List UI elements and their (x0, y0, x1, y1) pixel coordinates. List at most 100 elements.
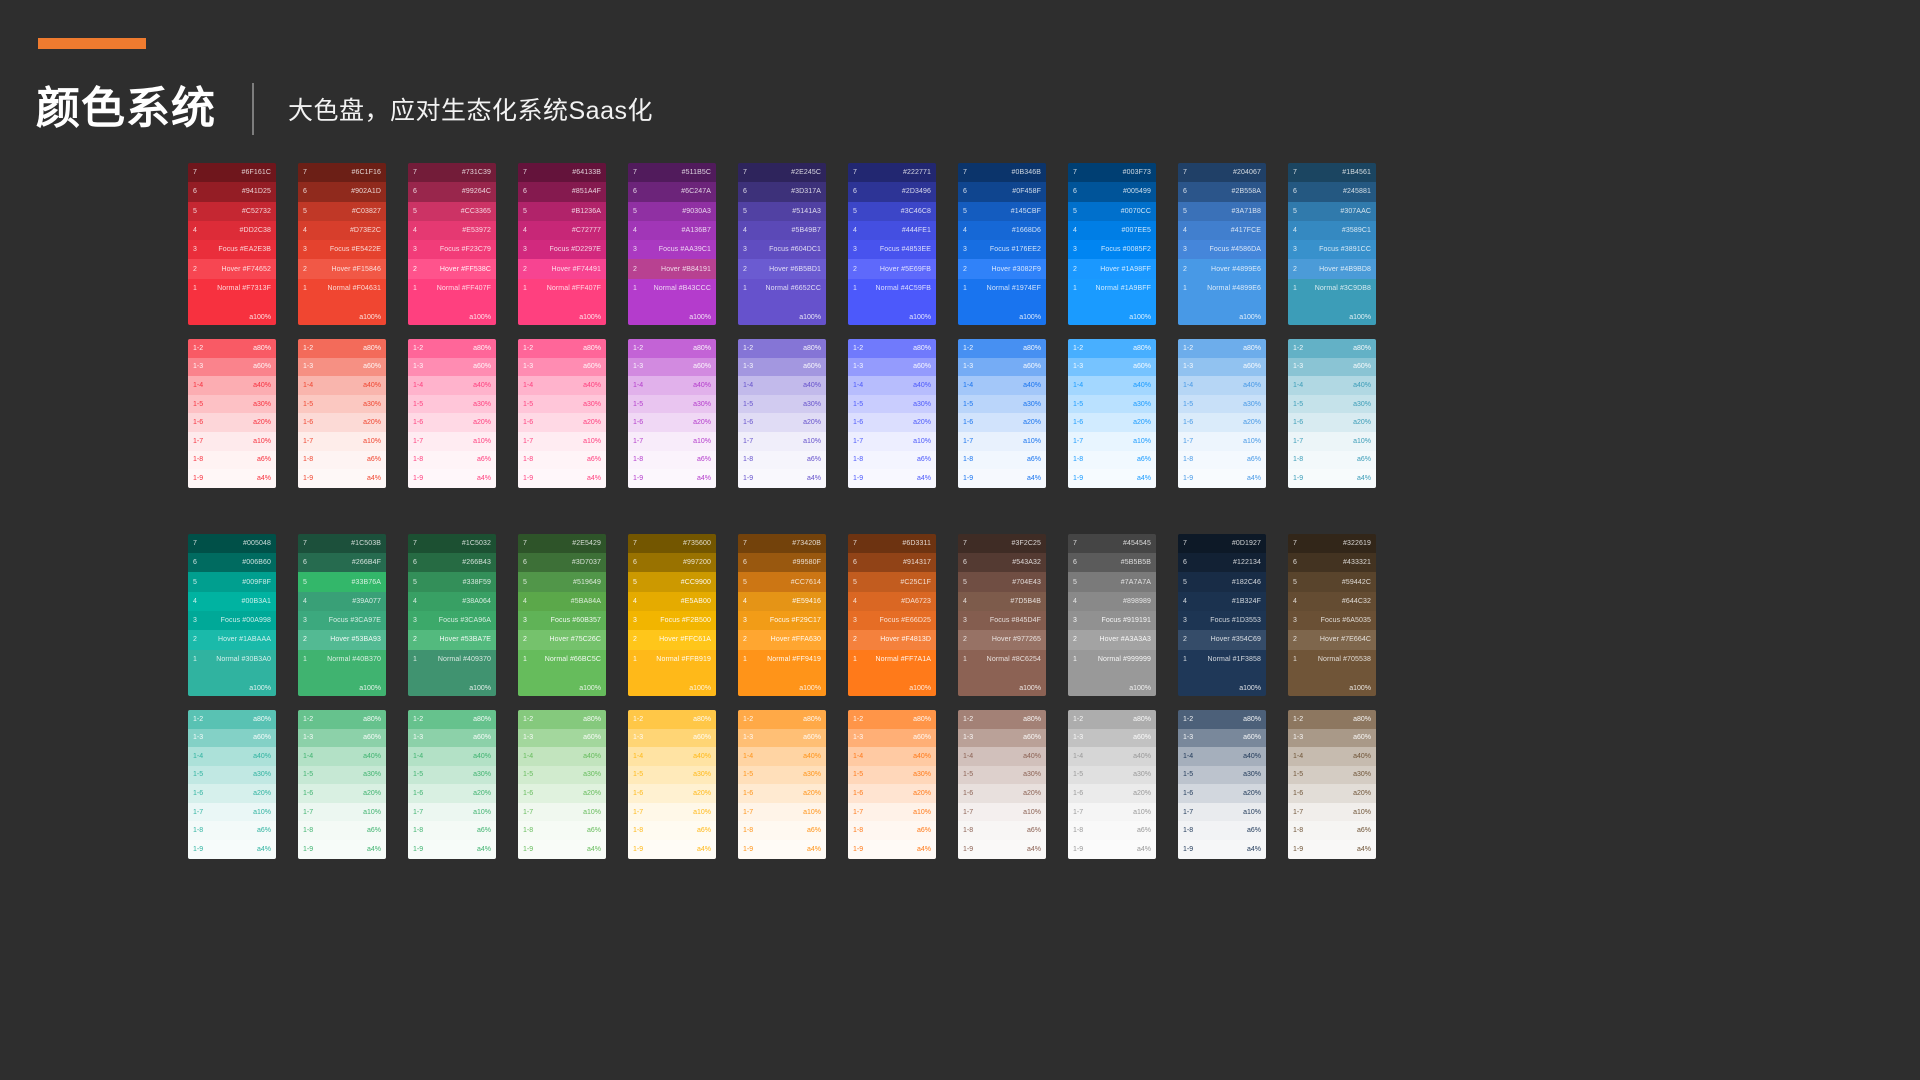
swatch[interactable]: 6 #902A1D (298, 182, 386, 202)
swatch[interactable]: 2 Hover #FFC61A (628, 630, 716, 650)
tint-swatch[interactable]: 1-5 a30% (848, 394, 936, 414)
tint-swatch[interactable]: 1-2 a80% (298, 709, 386, 729)
tint-swatch[interactable]: 1-7 a10% (958, 802, 1046, 822)
swatch[interactable]: 1 Normal #FF407F (408, 278, 496, 299)
swatch[interactable]: 4 #39A077 (298, 591, 386, 612)
swatch[interactable]: 4 #898989 (1068, 591, 1156, 612)
swatch[interactable]: 3 Focus #E5422E (298, 240, 386, 260)
swatch[interactable]: 7 #454545 (1068, 533, 1156, 554)
tint-swatch[interactable]: 1-8 a6% (738, 821, 826, 841)
tint-swatch[interactable]: 1-5 a30% (1178, 394, 1266, 414)
tint-swatch[interactable]: 1-2 a80% (958, 709, 1046, 729)
tint-swatch[interactable]: 1-4 a40% (958, 747, 1046, 766)
swatch[interactable]: 6 #433321 (1288, 553, 1376, 573)
tint-swatch[interactable]: 1-9 a4% (518, 469, 606, 488)
swatch[interactable]: 4 #3589C1 (1288, 220, 1376, 241)
swatch[interactable]: 3 Focus #60B357 (518, 611, 606, 631)
tint-swatch[interactable]: 1-5 a30% (958, 394, 1046, 414)
swatch[interactable]: 1 Normal #FF407F (518, 278, 606, 299)
swatch[interactable]: 3 Focus #3CA97E (298, 611, 386, 631)
tint-swatch[interactable]: 1-3 a60% (1068, 728, 1156, 748)
tint-swatch[interactable]: 1-5 a30% (298, 394, 386, 414)
tint-swatch[interactable]: 1-5 a30% (1178, 765, 1266, 785)
swatch[interactable]: 1 Normal #409370 (408, 649, 496, 669)
swatch[interactable]: 5 #3C46C8 (848, 201, 936, 221)
tint-swatch[interactable]: 1-7 a10% (518, 432, 606, 451)
tint-swatch[interactable]: 1-9 a4% (298, 840, 386, 859)
swatch[interactable]: 3 Focus #604DC1 (738, 240, 826, 260)
tint-swatch[interactable]: 1-4 a40% (1068, 376, 1156, 395)
tint-swatch[interactable]: 1-7 a10% (958, 432, 1046, 451)
swatch[interactable]: 6 #266B4F (298, 553, 386, 573)
tint-swatch[interactable]: 1-3 a60% (628, 357, 716, 377)
swatch[interactable]: 5 #CC9900 (628, 572, 716, 592)
swatch[interactable]: 7 #731C39 (408, 163, 496, 183)
swatch[interactable]: 6 #245881 (1288, 182, 1376, 202)
tint-swatch[interactable]: 1-7 a10% (298, 802, 386, 822)
tint-swatch[interactable]: 1-2 a80% (628, 339, 716, 358)
tint-swatch[interactable]: 1-3 a60% (408, 728, 496, 748)
tint-swatch[interactable]: 1-2 a80% (1068, 339, 1156, 358)
swatch[interactable]: 7 #204067 (1178, 163, 1266, 183)
tint-swatch[interactable]: 1-5 a30% (1288, 394, 1376, 414)
tint-swatch[interactable]: 1-9 a4% (1288, 469, 1376, 488)
swatch[interactable]: 7 #2E245C (738, 163, 826, 183)
tint-swatch[interactable]: 1-7 a10% (738, 802, 826, 822)
tint-swatch[interactable]: 1-2 a80% (1288, 709, 1376, 729)
tint-swatch[interactable]: 1-9 a4% (1178, 840, 1266, 859)
swatch[interactable]: 5 #5141A3 (738, 201, 826, 221)
swatch[interactable]: 3 Focus #1D3553 (1178, 611, 1266, 631)
tint-swatch[interactable]: 1-4 a40% (1178, 747, 1266, 766)
tint-swatch[interactable]: 1-4 a40% (628, 376, 716, 395)
tint-swatch[interactable]: 1-4 a40% (188, 747, 276, 766)
tint-swatch[interactable]: 1-5 a30% (738, 765, 826, 785)
tint-swatch[interactable]: 1-6 a20% (1178, 784, 1266, 803)
swatch[interactable]: 4 #7D5B4B (958, 591, 1046, 612)
tint-swatch[interactable]: 1-6 a20% (738, 413, 826, 433)
swatch[interactable]: 2 Hover #977265 (958, 630, 1046, 650)
swatch[interactable]: 3 Focus #4853EE (848, 240, 936, 260)
tint-swatch[interactable]: 1-2 a80% (738, 339, 826, 358)
swatch[interactable]: 2 Hover #5E69FB (848, 259, 936, 279)
tint-swatch[interactable]: 1-4 a40% (518, 376, 606, 395)
tint-swatch[interactable]: 1-2 a80% (188, 339, 276, 358)
swatch[interactable]: 1 Normal #6652CC (738, 278, 826, 299)
tint-swatch[interactable]: 1-3 a60% (408, 357, 496, 377)
tint-swatch[interactable]: 1-5 a30% (1288, 765, 1376, 785)
swatch[interactable]: 5 #C52732 (188, 201, 276, 221)
tint-swatch[interactable]: 1-3 a60% (1178, 357, 1266, 377)
tint-swatch[interactable]: 1-6 a20% (408, 413, 496, 433)
tint-swatch[interactable]: 1-2 a80% (738, 709, 826, 729)
tint-swatch[interactable]: 1-9 a4% (848, 469, 936, 488)
swatch[interactable]: 1 Normal #4899E6 (1178, 278, 1266, 299)
tint-swatch[interactable]: 1-3 a60% (518, 728, 606, 748)
swatch[interactable]: 4 #444FE1 (848, 220, 936, 241)
swatch[interactable]: 5 #59442C (1288, 572, 1376, 592)
swatch[interactable]: 4 #417FCE (1178, 220, 1266, 241)
swatch[interactable]: 1 Normal #1A9BFF (1068, 278, 1156, 299)
tint-swatch[interactable]: 1-4 a40% (738, 747, 826, 766)
tint-swatch[interactable]: 1-8 a6% (298, 450, 386, 470)
swatch[interactable]: 7 #2E5429 (518, 533, 606, 554)
tint-swatch[interactable]: 1-6 a20% (298, 413, 386, 433)
swatch[interactable]: 3 Focus #0085F2 (1068, 240, 1156, 260)
tint-swatch[interactable]: 1-2 a80% (628, 709, 716, 729)
tint-swatch[interactable]: 1-6 a20% (1288, 784, 1376, 803)
tint-swatch[interactable]: 1-2 a80% (1068, 709, 1156, 729)
tint-swatch[interactable]: 1-6 a20% (1068, 784, 1156, 803)
swatch[interactable]: 7 #735600 (628, 533, 716, 554)
swatch[interactable]: 7 #73420B (738, 533, 826, 554)
tint-swatch[interactable]: 1-4 a40% (738, 376, 826, 395)
swatch[interactable]: 5 #33B76A (298, 572, 386, 592)
swatch[interactable]: 6 #941D25 (188, 182, 276, 202)
tint-swatch[interactable]: 1-6 a20% (958, 784, 1046, 803)
swatch[interactable]: 6 #543A32 (958, 553, 1046, 573)
tint-swatch[interactable]: 1-9 a4% (738, 840, 826, 859)
swatch[interactable]: 4 #E5AB00 (628, 591, 716, 612)
tint-swatch[interactable]: 1-7 a10% (408, 802, 496, 822)
swatch[interactable]: 2 Hover #53BA93 (298, 630, 386, 650)
tint-swatch[interactable]: 1-8 a6% (188, 821, 276, 841)
tint-swatch[interactable]: 1-7 a10% (738, 432, 826, 451)
swatch[interactable]: 7 #005048 (188, 533, 276, 554)
tint-swatch[interactable]: 1-7 a10% (848, 432, 936, 451)
